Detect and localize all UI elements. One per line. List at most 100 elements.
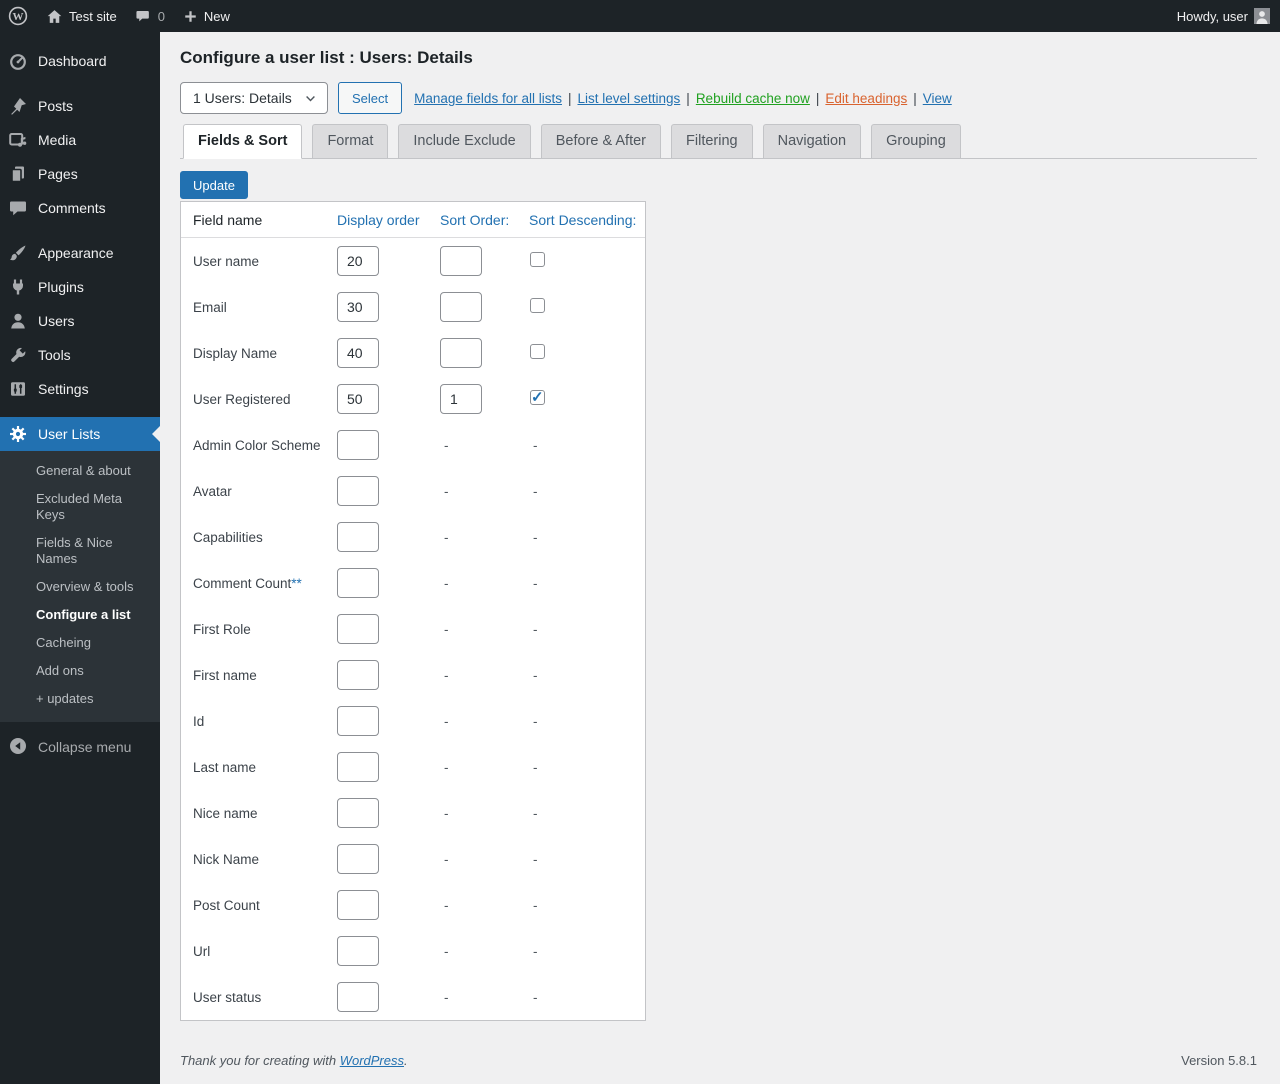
collapse-menu-button[interactable]: Collapse menu xyxy=(0,730,160,764)
tab-filtering[interactable]: Filtering xyxy=(671,124,753,158)
sidebar-item-label: Appearance xyxy=(38,245,114,261)
sort-order-input[interactable] xyxy=(440,246,482,276)
display-order-input[interactable] xyxy=(337,522,379,552)
sort-descending-checkbox[interactable] xyxy=(530,298,545,313)
sort-descending-cell: - xyxy=(529,852,645,867)
collapse-arrow-icon xyxy=(8,736,28,759)
footer-thanks-prefix: Thank you for creating with xyxy=(180,1053,340,1068)
sidebar-item-tools[interactable]: Tools xyxy=(0,338,160,372)
sort-descending-dash: - xyxy=(529,990,538,1005)
display-order-input[interactable] xyxy=(337,660,379,690)
sidebar-item-label: Media xyxy=(38,132,76,148)
display-order-header[interactable]: Display order xyxy=(337,212,440,228)
comments-indicator[interactable]: 0 xyxy=(135,8,165,25)
display-order-input[interactable] xyxy=(337,890,379,920)
submenu-item-updates[interactable]: + updates xyxy=(0,685,160,713)
display-order-input[interactable] xyxy=(337,844,379,874)
table-row: Url - - xyxy=(181,928,645,974)
display-order-input[interactable] xyxy=(337,338,379,368)
sidebar-item-appearance[interactable]: Appearance xyxy=(0,236,160,270)
sidebar-item-label: Tools xyxy=(38,347,71,363)
list-level-settings-link[interactable]: List level settings xyxy=(577,91,680,106)
sidebar-item-label: Posts xyxy=(38,98,73,114)
display-order-input[interactable] xyxy=(337,706,379,736)
sort-order-input[interactable] xyxy=(440,384,482,414)
sort-order-input[interactable] xyxy=(440,292,482,322)
display-order-input[interactable] xyxy=(337,982,379,1012)
sort-order-cell xyxy=(440,246,529,276)
sidebar-item-label: User Lists xyxy=(38,426,100,442)
sort-order-header[interactable]: Sort Order: xyxy=(440,212,529,228)
sort-descending-checkbox[interactable] xyxy=(530,252,545,267)
submenu-item-overview-tools[interactable]: Overview & tools xyxy=(0,573,160,601)
select-button[interactable]: Select xyxy=(338,82,402,114)
tab-grouping[interactable]: Grouping xyxy=(871,124,961,158)
media-icon xyxy=(8,130,28,150)
sidebar-item-pages[interactable]: Pages xyxy=(0,157,160,191)
sidebar-item-users[interactable]: Users xyxy=(0,304,160,338)
sidebar-item-user-lists[interactable]: User Lists xyxy=(0,417,160,451)
link-separator: | xyxy=(913,91,917,106)
display-order-input[interactable] xyxy=(337,568,379,598)
field-name-label: Avatar xyxy=(193,484,337,499)
sort-descending-checkbox[interactable] xyxy=(530,390,545,405)
wordpress-link[interactable]: WordPress xyxy=(340,1053,404,1068)
tab-fields-sort[interactable]: Fields & Sort xyxy=(183,124,302,159)
submenu-item-general-about[interactable]: General & about xyxy=(0,457,160,485)
new-button[interactable]: New xyxy=(183,9,230,24)
list-select[interactable]: 1 Users: Details xyxy=(180,82,328,114)
display-order-input[interactable] xyxy=(337,798,379,828)
field-name-label: Post Count xyxy=(193,898,337,913)
rebuild-cache-link[interactable]: Rebuild cache now xyxy=(696,91,810,106)
tab-include-exclude[interactable]: Include Exclude xyxy=(398,124,530,158)
manage-fields-link[interactable]: Manage fields for all lists xyxy=(414,91,562,106)
sidebar-item-media[interactable]: Media xyxy=(0,123,160,157)
submenu-item-fields-nice-names[interactable]: Fields & Nice Names xyxy=(0,529,160,573)
tab-format[interactable]: Format xyxy=(312,124,388,158)
sidebar-item-comments[interactable]: Comments xyxy=(0,191,160,225)
submenu-item-configure-a-list[interactable]: Configure a list xyxy=(0,601,160,629)
display-order-input[interactable] xyxy=(337,752,379,782)
tab-before-after[interactable]: Before & After xyxy=(541,124,661,158)
field-name-label: Url xyxy=(193,944,337,959)
display-order-cell xyxy=(337,844,440,874)
sort-descending-header[interactable]: Sort Descending: xyxy=(529,212,645,228)
tab-navigation[interactable]: Navigation xyxy=(763,124,862,158)
display-order-cell xyxy=(337,384,440,414)
submenu-item-cacheing[interactable]: Cacheing xyxy=(0,629,160,657)
sort-order-cell: - xyxy=(440,898,529,913)
display-order-cell xyxy=(337,982,440,1012)
sidebar-item-dashboard[interactable]: Dashboard xyxy=(0,44,160,78)
sidebar-item-settings[interactable]: Settings xyxy=(0,372,160,406)
display-order-input[interactable] xyxy=(337,614,379,644)
view-link[interactable]: View xyxy=(923,91,952,106)
sort-descending-checkbox[interactable] xyxy=(530,344,545,359)
update-button[interactable]: Update xyxy=(180,171,248,199)
submenu-item-excluded-meta-keys[interactable]: Excluded Meta Keys xyxy=(0,485,160,529)
sort-descending-cell: - xyxy=(529,898,645,913)
sort-descending-cell xyxy=(529,344,645,362)
display-order-input[interactable] xyxy=(337,246,379,276)
display-order-input[interactable] xyxy=(337,430,379,460)
wordpress-logo-icon[interactable]: W xyxy=(8,6,28,26)
sort-order-cell xyxy=(440,384,529,414)
sort-order-dash: - xyxy=(440,576,449,591)
fields-table: Field name Display order Sort Order: Sor… xyxy=(180,201,646,1021)
sort-order-input[interactable] xyxy=(440,338,482,368)
field-note-marker: ** xyxy=(291,576,302,591)
display-order-input[interactable] xyxy=(337,476,379,506)
display-order-input[interactable] xyxy=(337,384,379,414)
display-order-input[interactable] xyxy=(337,936,379,966)
sort-order-cell xyxy=(440,292,529,322)
sidebar-item-posts[interactable]: Posts xyxy=(0,89,160,123)
settings-tabs: Fields & Sort Format Include Exclude Bef… xyxy=(180,124,1257,159)
howdy-user-link[interactable]: Howdy, user xyxy=(1177,8,1270,24)
field-name-label: Admin Color Scheme xyxy=(193,438,337,453)
sort-order-cell: - xyxy=(440,622,529,637)
site-name-link[interactable]: Test site xyxy=(46,8,117,25)
display-order-input[interactable] xyxy=(337,292,379,322)
sidebar-item-plugins[interactable]: Plugins xyxy=(0,270,160,304)
submenu-item-add-ons[interactable]: Add ons xyxy=(0,657,160,685)
edit-headings-link[interactable]: Edit headings xyxy=(825,91,907,106)
field-name-label: First name xyxy=(193,668,337,683)
